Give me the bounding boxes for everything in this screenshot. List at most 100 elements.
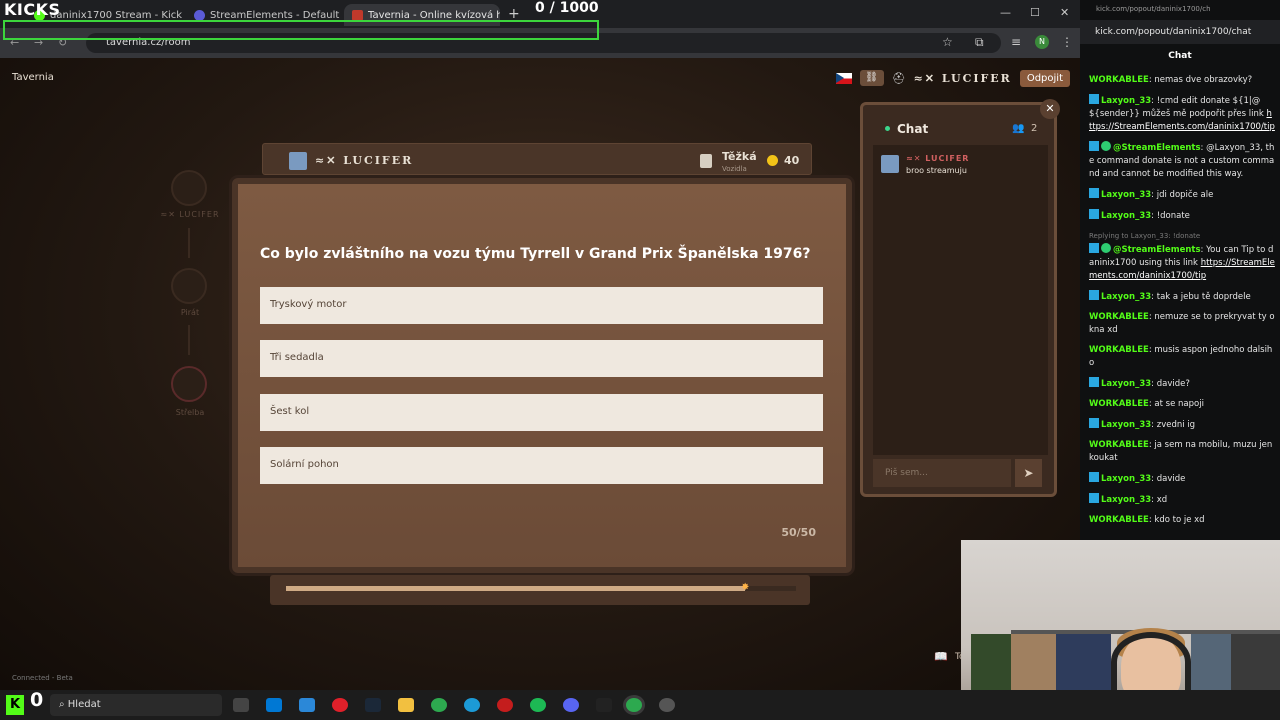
screen: daninix1700 Stream - Kick Dash ✕ StreamE… <box>0 0 1280 720</box>
maximize-icon[interactable]: ☐ <box>1030 6 1040 19</box>
app-icon[interactable] <box>659 698 675 712</box>
app-icon[interactable] <box>596 698 612 712</box>
folder-icon[interactable] <box>398 698 414 712</box>
answer-option-4[interactable]: Solární pohon <box>260 447 823 484</box>
chat-username[interactable]: WORKABLEE <box>1089 75 1149 85</box>
room-chat-panel: ✕ Chat 👥 2 ≈✕ LUCIFER broo streamuju Piš… <box>860 99 1060 497</box>
pirate-tool-icon[interactable] <box>171 268 207 304</box>
answer-option-1[interactable]: Tryskový motor <box>260 287 823 324</box>
close-icon[interactable]: ✕ <box>1040 99 1060 119</box>
helmet-icon: ⛑ <box>891 71 906 85</box>
room-chat-header: Chat 👥 2 <box>873 117 1043 143</box>
message-author: ≈✕ LUCIFER <box>906 154 970 163</box>
chrome-icon[interactable] <box>431 698 447 712</box>
send-icon[interactable]: ➤ <box>1015 459 1042 487</box>
book-icon[interactable]: 📖 <box>934 650 948 663</box>
chat-text: kdo to je xd <box>1154 515 1205 525</box>
kick-chat-message: WORKABLEE: ja sem na mobilu, muzu jen ko… <box>1089 440 1273 463</box>
message-text: broo streamuju <box>906 166 967 175</box>
kick-badge-icon <box>1089 188 1099 198</box>
kick-chat-message: WORKABLEE: nemas dve obrazovky? <box>1089 75 1253 85</box>
reply-context: Replying to Laxyon_33: !donate <box>1089 232 1201 240</box>
bookmark-star-icon[interactable]: ☆ <box>942 35 953 49</box>
chat-username[interactable]: WORKABLEE <box>1089 440 1149 450</box>
steam-icon[interactable] <box>365 698 381 712</box>
opera-icon[interactable] <box>332 698 348 712</box>
tool-connector <box>188 228 190 258</box>
close-window-icon[interactable]: ✕ <box>1060 6 1069 19</box>
chat-username[interactable]: Laxyon_33 <box>1101 292 1151 302</box>
chat-text: !donate <box>1156 211 1190 221</box>
online-dot-icon <box>885 126 890 131</box>
spark-icon: ✸ <box>741 582 750 593</box>
minimize-icon[interactable]: — <box>1000 6 1011 19</box>
kick-badge-icon <box>1089 493 1099 503</box>
answer-option-3[interactable]: Šest kol <box>260 394 823 431</box>
chat-username[interactable]: WORKABLEE <box>1089 345 1149 355</box>
disconnect-button[interactable]: Odpojit <box>1019 69 1070 87</box>
task-view-icon[interactable] <box>233 698 249 712</box>
kick-logo-icon: K <box>6 695 24 715</box>
chrome-active-icon[interactable] <box>626 698 642 712</box>
chat-text: at se napoji <box>1154 399 1204 409</box>
menu-kebab-icon[interactable]: ⋮ <box>1061 35 1073 49</box>
kick-chat-message: Laxyon_33: jdi dopiče ale <box>1089 188 1275 202</box>
tool-connector <box>188 325 190 355</box>
kick-chat-message: Laxyon_33: davide <box>1089 472 1275 486</box>
popout-address[interactable]: kick.com/popout/daninix1700/chat <box>1080 20 1280 44</box>
app-icon[interactable] <box>497 698 513 712</box>
chat-username[interactable]: WORKABLEE <box>1089 515 1149 525</box>
extensions-icon[interactable]: ⧉ <box>975 35 984 50</box>
message-avatar <box>881 155 899 173</box>
chat-username[interactable]: WORKABLEE <box>1089 399 1149 409</box>
bot-badge-icon <box>1089 243 1099 253</box>
tavernia-brand[interactable]: Tavernia <box>12 72 54 83</box>
header-player-name-text: LUCIFER <box>343 154 414 167</box>
chat-username[interactable]: Laxyon_33 <box>1101 96 1151 106</box>
scroll-icon <box>700 154 712 168</box>
player-name: ≈✕ LUCIFER <box>913 71 1012 85</box>
kick-chat-message: Laxyon_33: !cmd edit donate ${1|@${sende… <box>1089 94 1275 132</box>
kick-chat-message: Laxyon_33: davide? <box>1089 377 1275 391</box>
spotify-icon[interactable] <box>530 698 546 712</box>
chat-username[interactable]: Laxyon_33 <box>1101 379 1151 389</box>
link-icon[interactable]: ⛓ <box>859 70 884 86</box>
edge-icon[interactable] <box>464 698 480 712</box>
tab-label: StreamElements - Default comm <box>210 9 342 21</box>
coin-icon <box>767 155 778 166</box>
taskbar-search[interactable]: ⌕ Hledat <box>50 694 222 716</box>
player-avatar <box>289 152 307 170</box>
chat-username[interactable]: @StreamElements <box>1113 143 1201 153</box>
discord-icon[interactable] <box>563 698 579 712</box>
tavernia-game: Tavernia ⛓ ⛑ ≈✕ LUCIFER Odpojit ≈✕ LUCIF… <box>0 58 1080 690</box>
message-author-text: LUCIFER <box>925 154 970 163</box>
kick-chat-message: WORKABLEE: at se napoji <box>1089 399 1204 409</box>
taskbar-search-label: Hledat <box>67 699 101 710</box>
chat-username[interactable]: WORKABLEE <box>1089 312 1149 322</box>
chat-username[interactable]: Laxyon_33 <box>1101 190 1151 200</box>
app-icon[interactable] <box>266 698 282 712</box>
chat-username[interactable]: Laxyon_33 <box>1101 474 1151 484</box>
connection-status: Connected - Beta <box>12 674 73 682</box>
users-count: 2 <box>1031 123 1038 134</box>
profile-avatar[interactable]: N <box>1035 35 1049 49</box>
media-controls-icon[interactable]: ≡ <box>1011 35 1021 49</box>
chat-username[interactable]: @StreamElements <box>1113 245 1201 255</box>
chat-username[interactable]: Laxyon_33 <box>1101 211 1151 221</box>
kick-chat-message: WORKABLEE: kdo to je xd <box>1089 515 1205 525</box>
chat-username[interactable]: Laxyon_33 <box>1101 420 1151 430</box>
czech-flag-icon[interactable] <box>835 72 852 84</box>
room-chat-input[interactable]: Piš sem... <box>873 459 1011 487</box>
kick-badge-icon <box>1089 209 1099 219</box>
chat-username[interactable]: Laxyon_33 <box>1101 495 1151 505</box>
shooting-tool-icon[interactable] <box>171 366 207 402</box>
answer-option-2[interactable]: Tři sedadla <box>260 340 823 377</box>
room-chat-title: Chat <box>897 122 929 136</box>
kick-chat-title: Chat <box>1168 51 1192 61</box>
tavernia-favicon-icon <box>352 9 363 21</box>
headset <box>1111 632 1191 692</box>
kick-badge-icon <box>1089 94 1099 104</box>
streamelements-favicon-icon <box>194 9 205 21</box>
store-icon[interactable] <box>299 698 315 712</box>
bot-badge-icon <box>1089 141 1099 151</box>
